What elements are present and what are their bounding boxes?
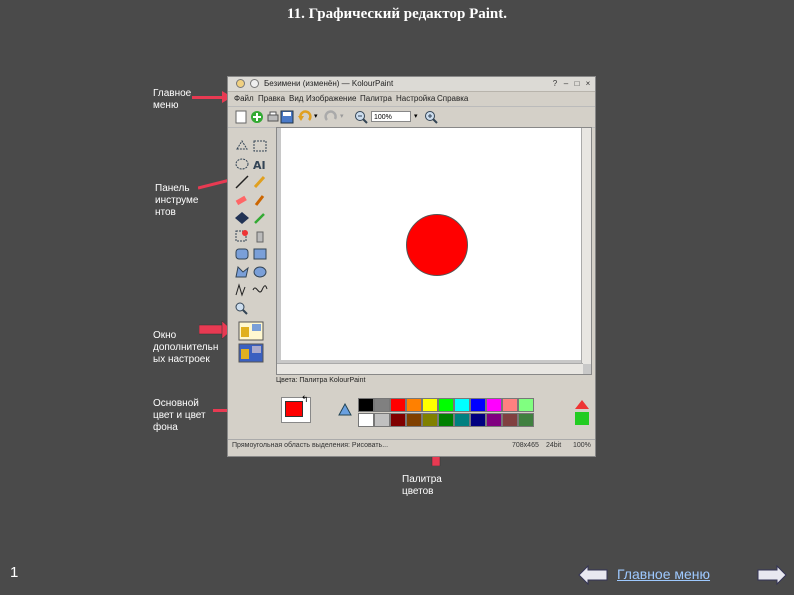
menu-settings[interactable]: Настройка [396, 94, 435, 103]
palette-swatch[interactable] [454, 413, 470, 427]
palette-swatch[interactable] [438, 413, 454, 427]
palette-swatch[interactable] [518, 413, 534, 427]
tool-options-opaque-icon[interactable] [238, 321, 264, 341]
redo-dropdown-icon[interactable]: ▾ [340, 112, 344, 120]
palette-swatch[interactable] [438, 398, 454, 412]
canvas-area [276, 127, 592, 375]
color-picker-icon[interactable] [252, 211, 268, 225]
palette-swatch[interactable] [358, 413, 374, 427]
menu-palette[interactable]: Палитра [360, 94, 392, 103]
palette-swatch[interactable] [486, 398, 502, 412]
slide-title: 11. Графический редактор Paint. [287, 6, 507, 22]
open-icon[interactable] [250, 110, 264, 124]
forward-arrow-icon[interactable] [757, 565, 787, 585]
color-eraser-icon[interactable] [234, 229, 250, 243]
status-bits: 24bit [546, 442, 562, 449]
palette-swatch[interactable] [470, 413, 486, 427]
status-bar: Прямоугольная область выделения: Рисоват… [228, 439, 595, 453]
save-icon[interactable] [280, 110, 294, 124]
zoom-out-icon[interactable] [354, 110, 368, 124]
menu-file[interactable]: Файл [234, 94, 254, 103]
vertical-scrollbar[interactable] [581, 128, 591, 364]
new-file-icon[interactable] [234, 110, 248, 124]
rounded-rect-icon[interactable] [234, 247, 250, 261]
eraser-icon[interactable] [234, 193, 250, 207]
palette-swatch[interactable] [390, 398, 406, 412]
fill-bucket-icon[interactable] [234, 211, 250, 225]
palette-swatch[interactable] [422, 413, 438, 427]
color-similarity-icon[interactable] [338, 403, 352, 417]
ellipse-select-icon[interactable] [234, 157, 250, 171]
toolbox: AI [230, 129, 274, 439]
zoom-tool-icon[interactable] [234, 301, 250, 315]
title-bar: Безимени (изменён) — KolourPaint ? – □ × [228, 77, 595, 92]
svg-text:AI: AI [253, 159, 266, 171]
pin-icon[interactable] [250, 79, 259, 88]
ellipse-tool-icon[interactable] [252, 265, 268, 279]
palette-title: Цвета: Палитра KolourPaint [276, 377, 366, 384]
page-number: 1 [10, 564, 19, 581]
status-message: Прямоугольная область выделения: Рисоват… [232, 442, 389, 449]
close-icon[interactable]: × [583, 79, 593, 89]
brush-icon[interactable] [252, 193, 268, 207]
menu-help[interactable]: Справка [437, 94, 468, 103]
zoom-in-icon[interactable] [424, 110, 438, 124]
app-icon [236, 79, 245, 88]
help-icon[interactable]: ? [550, 79, 560, 89]
window-title: Безимени (изменён) — KolourPaint [264, 79, 394, 88]
annotation-colors: Основной цвет и цвет фона [153, 398, 206, 433]
palette-swatch[interactable] [502, 413, 518, 427]
menu-image[interactable]: Изображение [306, 94, 356, 103]
redo-icon[interactable] [324, 110, 338, 124]
minimize-icon[interactable]: – [561, 79, 571, 89]
text-tool-icon[interactable]: AI [252, 157, 268, 171]
palette-swatch[interactable] [502, 398, 518, 412]
line-tool-icon[interactable] [234, 175, 250, 189]
palette-swatch[interactable] [406, 398, 422, 412]
palette-swatch[interactable] [454, 398, 470, 412]
zoom-select[interactable]: 100% [371, 111, 411, 122]
palette-swatch[interactable] [486, 413, 502, 427]
palette-swatch[interactable] [374, 413, 390, 427]
palette-swatch[interactable] [390, 413, 406, 427]
palette-extra-colors-icon[interactable] [574, 399, 590, 427]
status-size: 708x465 [512, 442, 539, 449]
tool-options-transparent-icon[interactable] [238, 343, 264, 363]
menu-edit[interactable]: Правка [258, 94, 285, 103]
back-arrow-icon[interactable] [578, 565, 608, 585]
polyline-icon[interactable] [234, 283, 250, 297]
free-select-icon[interactable] [234, 139, 250, 153]
undo-icon[interactable] [298, 110, 312, 124]
palette-swatch[interactable] [406, 413, 422, 427]
main-menu-link[interactable]: Главное меню [617, 566, 710, 582]
palette-swatch[interactable] [518, 398, 534, 412]
palette-swatch[interactable] [358, 398, 374, 412]
menu-view[interactable]: Вид [289, 94, 303, 103]
rect-tool-icon[interactable] [252, 247, 268, 261]
palette-swatch[interactable] [422, 398, 438, 412]
red-circle-shape [406, 214, 468, 276]
annotation-main-menu: Главное меню [153, 88, 192, 111]
spraycan-icon[interactable] [252, 229, 268, 243]
palette-swatch[interactable] [470, 398, 486, 412]
status-zoom: 100% [573, 442, 591, 449]
pencil-icon[interactable] [252, 175, 268, 189]
polygon-icon[interactable] [234, 265, 250, 279]
rect-select-icon[interactable] [252, 139, 268, 153]
app-window: Безимени (изменён) — KolourPaint ? – □ ×… [227, 76, 596, 457]
zoom-dropdown-icon[interactable]: ▾ [414, 112, 418, 120]
menu-bar: Файл Правка Вид Изображение Палитра Наст… [228, 92, 595, 105]
horizontal-scrollbar[interactable] [277, 363, 583, 374]
curve-icon[interactable] [252, 283, 268, 297]
print-icon[interactable] [266, 110, 280, 124]
annotation-palette: Палитра цветов [402, 474, 442, 497]
swap-colors-icon[interactable]: ↰ [301, 394, 309, 405]
maximize-icon[interactable]: □ [572, 79, 582, 89]
toolbar: ▾ ▾ 100% ▾ [228, 106, 595, 128]
undo-dropdown-icon[interactable]: ▾ [314, 112, 318, 120]
drawing-canvas[interactable] [281, 128, 583, 360]
palette-swatch[interactable] [374, 398, 390, 412]
